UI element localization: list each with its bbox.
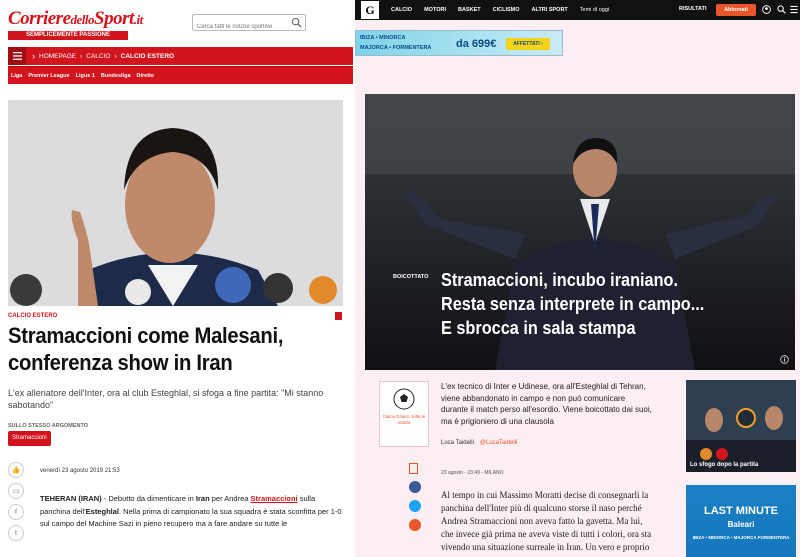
search-input[interactable] (193, 19, 285, 35)
breadcrumb: › HOMEPAGE › CALCIO › CALCIO ESTERO (8, 47, 353, 65)
subnav-item[interactable]: Dirette (137, 73, 154, 79)
breadcrumb-home[interactable]: HOMEPAGE (39, 53, 76, 60)
top-nav: G CALCIO MOTORI BASKET CICLISMO ALTRI SP… (355, 0, 800, 20)
article-date: 23 agosto - 23:49 - MILANO (441, 470, 504, 476)
menu-icon[interactable] (790, 5, 798, 14)
share-sidebar: 👍 ▭ f t (8, 462, 24, 546)
ad-text: IBIZA • MINORCA (360, 35, 406, 41)
nav-item[interactable]: CICLISMO (493, 7, 520, 13)
subnav: Liga Premier League Ligue 1 Bundesliga D… (8, 66, 353, 84)
bookmark-icon[interactable] (335, 312, 342, 320)
ad-banner[interactable]: IBIZA • MINORCA MAJORCA • FORMENTERA da … (355, 30, 563, 56)
author-name[interactable]: Luca Taidelli (441, 440, 474, 446)
comment-icon[interactable]: ▭ (8, 483, 24, 499)
play-icon[interactable] (736, 408, 756, 428)
hero-title[interactable]: Stramaccioni, incubo iraniano. Resta sen… (441, 268, 705, 340)
subscribe-button[interactable]: Abbonati (716, 4, 756, 16)
bookmark-icon[interactable] (409, 463, 418, 474)
chevron-icon: › (80, 52, 83, 60)
nav-item[interactable]: CALCIO (391, 7, 412, 13)
section-box-label: Calcio Estero: tutte le notizie (382, 414, 426, 425)
article-lead: L'ex allenatore dell'Inter, ora al club … (8, 388, 324, 410)
article-date: venerdì 23 agosto 2019 21:53 (40, 468, 120, 474)
results-link[interactable]: RISULTATI (679, 6, 707, 12)
chevron-icon: › (32, 51, 35, 61)
lastminute-ad[interactable]: LAST MINUTE Baleari IBIZA • MINORCA • MA… (686, 485, 796, 557)
user-icon[interactable] (762, 5, 771, 14)
site-logo[interactable]: CorrieredelloSport.it SEMPLICEMENTE PASS… (8, 8, 143, 40)
ad-title: LAST MINUTE (704, 505, 778, 517)
share-sidebar (409, 463, 421, 538)
screenshot-composite: CorrieredelloSport.it SEMPLICEMENTE PASS… (0, 0, 800, 557)
section-box[interactable]: Calcio Estero: tutte le notizie (379, 381, 429, 447)
video-thumbnail[interactable]: Lo sfogo dopo la partita (686, 380, 796, 472)
hamburger-icon[interactable] (8, 47, 26, 65)
subnav-item[interactable]: Ligue 1 (76, 73, 95, 79)
search-icon[interactable] (777, 5, 786, 14)
search-box[interactable] (192, 14, 306, 35)
twitter-icon[interactable]: t (8, 525, 24, 541)
breadcrumb-calcio[interactable]: CALCIO (86, 53, 110, 60)
ad-islands: IBIZA • MINORCA • MAJORCA FORMENTERA (692, 535, 790, 540)
nav-item[interactable]: BASKET (458, 7, 481, 13)
like-icon[interactable]: 👍 (8, 462, 24, 478)
ad-price: da 699€ (456, 38, 497, 50)
chevron-icon: › (114, 52, 117, 60)
ad-button[interactable]: AFFETTATI › (506, 38, 550, 50)
subnav-item[interactable]: Bundesliga (101, 73, 131, 79)
article-lead: L'ex tecnico di Inter e Udinese, ora all… (441, 382, 652, 426)
article-body: Al tempo in cui Massimo Moratti decise d… (441, 490, 652, 552)
hero-article[interactable]: BOICOTTATO Stramaccioni, incubo iraniano… (365, 94, 795, 370)
video-caption: Lo sfogo dopo la partita (690, 462, 759, 468)
logo-tagline: SEMPLICEMENTE PASSIONE (8, 31, 128, 40)
tag-stramaccioni[interactable]: Stramaccioni (8, 431, 51, 446)
site-logo[interactable]: G (361, 1, 379, 19)
search-icon[interactable] (291, 17, 302, 28)
article-title: Stramaccioni come Malesani, conferenza s… (8, 323, 284, 375)
twitter-icon[interactable] (409, 500, 421, 512)
author-line: Luca Taidelli @LucaTaidelli (441, 440, 517, 446)
info-icon[interactable] (780, 355, 789, 364)
nav-item[interactable]: MOTORI (424, 7, 446, 13)
link-stramaccioni[interactable]: Stramaccioni (251, 494, 298, 503)
subnav-item[interactable]: Premier League (28, 73, 69, 79)
nav-item[interactable]: ALTRI SPORT (532, 7, 568, 13)
facebook-icon[interactable] (409, 481, 421, 493)
same-topic-label: SULLO STESSO ARGOMENTO (8, 423, 89, 429)
hero-category: BOICOTTATO (393, 274, 429, 280)
breadcrumb-estero[interactable]: CALCIO ESTERO (121, 53, 174, 60)
article-body: TEHERAN (IRAN) - Debutto da dimenticare … (40, 494, 342, 528)
subnav-item[interactable]: Liga (11, 73, 22, 79)
author-twitter[interactable]: @LucaTaidelli (480, 440, 517, 446)
article-photo (8, 100, 343, 306)
facebook-icon[interactable]: f (8, 504, 24, 520)
ad-destination: Baleari (727, 520, 755, 529)
gazzetta-page: G CALCIO MOTORI BASKET CICLISMO ALTRI SP… (355, 0, 800, 557)
logo-text: CorrieredelloSport.it (8, 8, 143, 29)
ad-text: MAJORCA • FORMENTERA (360, 45, 432, 51)
corriere-page: CorrieredelloSport.it SEMPLICEMENTE PASS… (0, 0, 355, 557)
nav-item[interactable]: Temi di oggi (580, 7, 609, 13)
more-icon[interactable] (409, 519, 421, 531)
article-category[interactable]: CALCIO ESTERO (8, 313, 57, 319)
soccer-ball-icon (393, 388, 415, 410)
